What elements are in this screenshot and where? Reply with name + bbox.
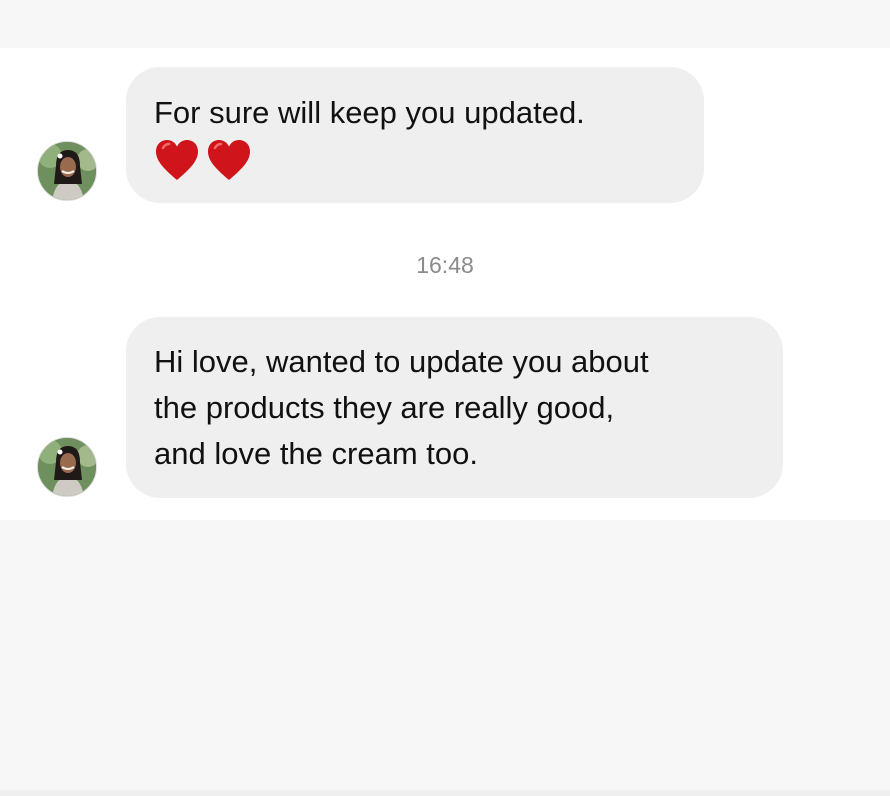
avatar-photo: [38, 142, 96, 200]
sender-avatar[interactable]: [37, 437, 97, 497]
top-bar-background: [0, 0, 890, 48]
sender-avatar[interactable]: [37, 141, 97, 201]
message-text: Hi love, wanted to update you about: [154, 344, 649, 379]
message-bubble[interactable]: For sure will keep you updated.: [126, 67, 704, 203]
message-timestamp: 16:48: [416, 252, 474, 278]
bottom-divider: [0, 790, 890, 796]
message-text: and love the cream too.: [154, 436, 478, 471]
heart-icon: [208, 140, 250, 180]
emoji-row: [154, 138, 676, 182]
heart-icon: [156, 140, 198, 180]
message-text: For sure will keep you updated.: [154, 95, 585, 130]
message-bubble[interactable]: Hi love, wanted to update you about the …: [126, 317, 783, 498]
avatar-photo: [38, 438, 96, 496]
message-text: the products they are really good,: [154, 390, 615, 425]
